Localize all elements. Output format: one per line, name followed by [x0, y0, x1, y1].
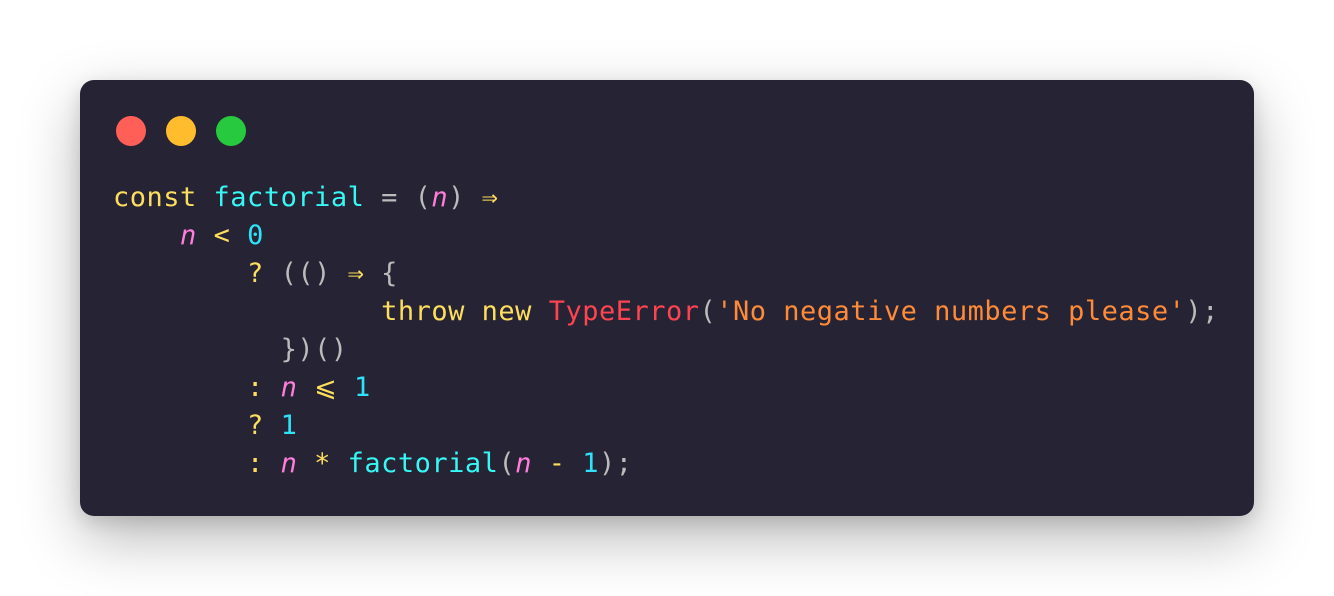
code-token: ? [247, 258, 264, 289]
code-token: - [548, 448, 566, 479]
code-token: : [247, 372, 264, 403]
code-token: ( [699, 296, 717, 327]
code-token: new [481, 296, 532, 327]
minimize-icon[interactable] [166, 116, 196, 146]
code-line: n < 0 [113, 217, 1219, 255]
code-token: * [314, 448, 331, 479]
maximize-icon[interactable] [216, 116, 246, 146]
code-token: })() [280, 334, 348, 365]
code-block: const factorial = (n) ⇒ n < 0 ? (() ⇒ { … [113, 179, 1219, 483]
code-token: ); [599, 448, 633, 479]
code-token: factorial [213, 182, 365, 213]
code-token: < [213, 220, 231, 251]
code-line: const factorial = (n) ⇒ [113, 179, 1219, 217]
code-token: (() [263, 258, 348, 289]
code-token: ); [1185, 296, 1219, 327]
code-token: ⇒ [481, 182, 499, 213]
code-token: ( [498, 448, 516, 479]
code-line: : n * factorial(n - 1); [113, 445, 1219, 483]
code-line: throw new TypeError('No negative numbers… [113, 293, 1219, 331]
code-token: n [515, 448, 532, 479]
code-window: const factorial = (n) ⇒ n < 0 ? (() ⇒ { … [80, 80, 1254, 516]
code-token: n [431, 182, 449, 213]
code-token: ⇒ [347, 258, 365, 289]
code-line: })() [113, 331, 1219, 369]
code-token: ) [448, 182, 482, 213]
code-line: ? 1 [113, 407, 1219, 445]
code-token: n [280, 372, 298, 403]
code-token: factorial [347, 448, 499, 479]
code-line: ? (() ⇒ { [113, 255, 1219, 293]
close-icon[interactable] [116, 116, 146, 146]
code-token: TypeError [548, 296, 700, 327]
code-token: = ( [364, 182, 432, 213]
code-token: { [364, 258, 398, 289]
code-token: 'No negative numbers please' [716, 296, 1186, 327]
code-token: const [113, 182, 197, 213]
code-token: throw [381, 296, 465, 327]
code-token: n [280, 448, 298, 479]
code-token: n [180, 220, 197, 251]
code-token: : [247, 448, 264, 479]
code-token: 0 [247, 220, 264, 251]
code-token: 1 [280, 410, 298, 441]
code-line: : n ⩽ 1 [113, 369, 1219, 407]
code-token: ? [247, 410, 264, 441]
code-token: 1 [582, 448, 600, 479]
code-token: ⩽ [314, 372, 338, 403]
code-token: 1 [354, 372, 371, 403]
